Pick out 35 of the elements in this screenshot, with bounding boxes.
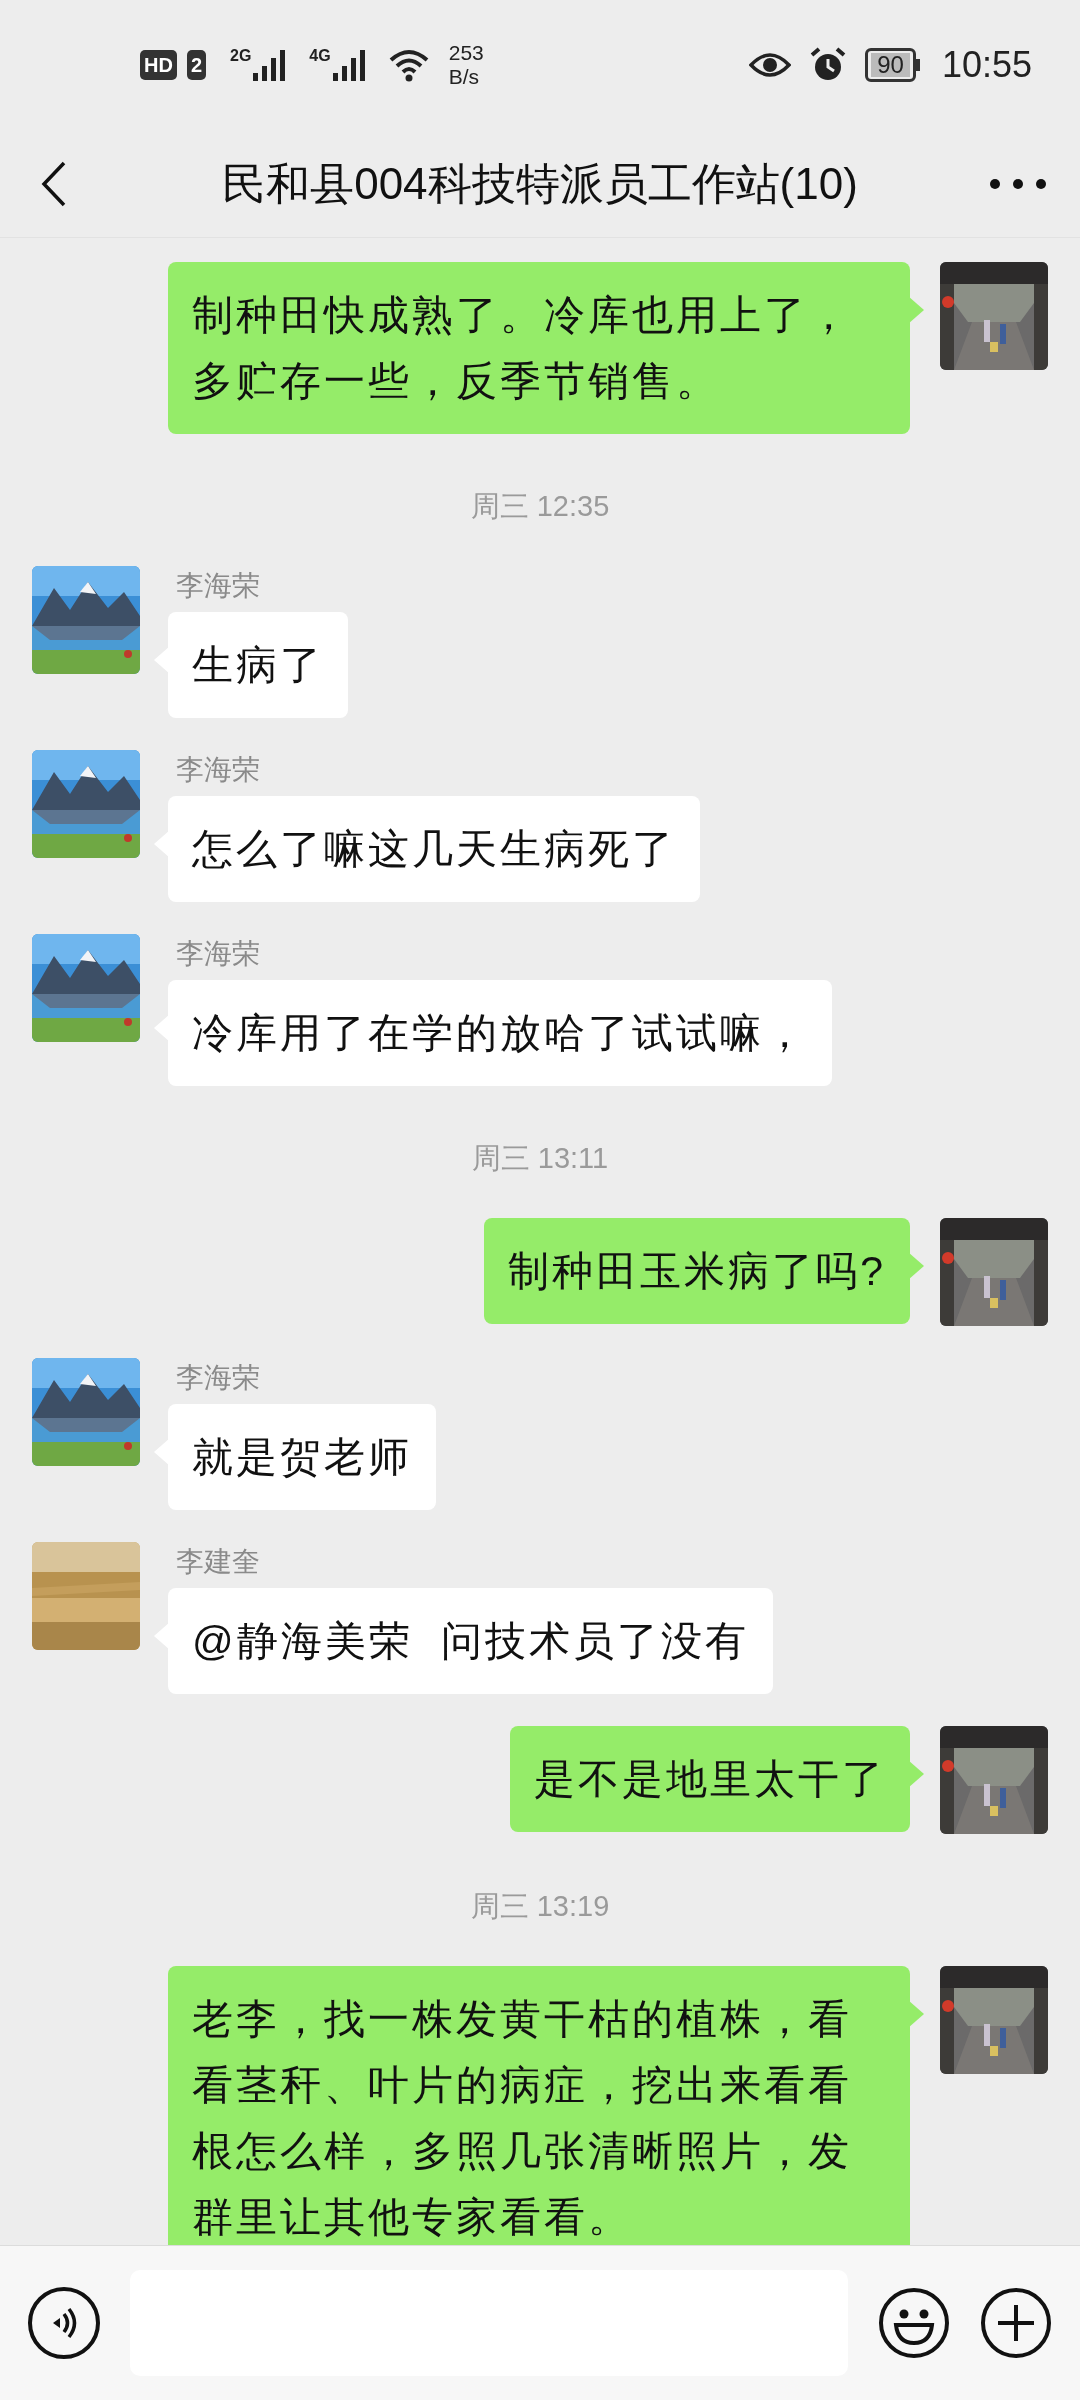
message-bubble: 冷库用了在学的放哈了试试嘛， xyxy=(168,980,832,1086)
sender-name: 李海荣 xyxy=(176,753,261,787)
message-bubble: 就是贺老师 xyxy=(168,1404,436,1510)
sender-name: 李海荣 xyxy=(176,1361,261,1395)
network-label: 4G xyxy=(309,47,331,65)
message-bubble: 生病了 xyxy=(168,612,348,718)
add-button[interactable] xyxy=(980,2287,1052,2359)
network-speed: 253 xyxy=(448,41,484,65)
bubble-tail xyxy=(908,1252,924,1280)
message-bubble: 制种田玉米病了吗? xyxy=(484,1218,910,1324)
timestamp: 周三 12:35 xyxy=(470,489,610,524)
status-time: 10:55 xyxy=(941,43,1032,87)
bubble-tail xyxy=(908,1760,924,1788)
sender-name: 李海荣 xyxy=(176,569,261,603)
sim-badge: 2 xyxy=(186,50,206,80)
battery-indicator: 90 xyxy=(865,48,916,82)
network-speed-unit: B/s xyxy=(448,65,481,89)
message-bubble: 怎么了嘛这几天生病死了 xyxy=(168,796,700,902)
message-bubble: @静海美荣 问技术员了没有 xyxy=(168,1588,774,1694)
voice-button[interactable] xyxy=(28,2287,100,2359)
hd-badge: HD xyxy=(140,50,177,80)
message-bubble: 是不是地里太干了 xyxy=(510,1726,910,1832)
chat-title: 民和县004科技特派员工作站(10) xyxy=(222,157,858,210)
network-label: 2G xyxy=(230,47,252,65)
wifi-icon xyxy=(388,48,429,82)
eye-icon xyxy=(749,51,792,79)
sender-name: 李海荣 xyxy=(176,937,261,971)
sender-name: 李建奎 xyxy=(176,1545,261,1579)
message-bubble: 老李，找一株发黄干枯的植株，看看茎秆、叶片的病症，挖出来看看根怎么样，多照几张清晰照片，发群里让其他专家看看。 xyxy=(168,1966,910,2245)
timestamp: 周三 13:19 xyxy=(470,1889,610,1924)
message-bubble: 制种田快成熟了。冷库也用上了，多贮存一些，反季节销售。 xyxy=(168,262,910,434)
emoji-button[interactable] xyxy=(878,2287,950,2359)
bubble-tail xyxy=(908,296,924,324)
timestamp: 周三 13:11 xyxy=(471,1141,609,1176)
bubble-tail xyxy=(908,2000,924,2028)
